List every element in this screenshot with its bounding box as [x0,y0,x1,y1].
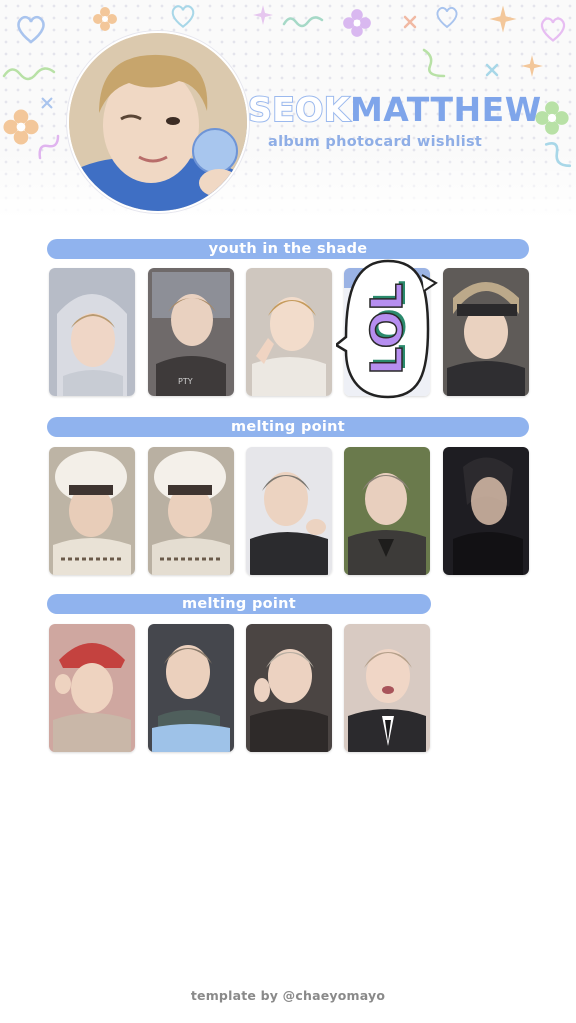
doodle-squiggle-icon [2,67,56,81]
page-title: SEOKMATTHEW [247,90,542,129]
photocard[interactable] [344,447,430,575]
title-first-name: SEOK [247,90,350,129]
doodle-cross-icon [41,97,53,109]
photocard[interactable] [49,447,135,575]
doodle-heart-icon [17,15,45,44]
photocard[interactable] [148,447,234,575]
photocard[interactable] [443,447,529,575]
doodle-squiggle-icon [282,16,324,28]
photocard[interactable] [246,268,332,396]
photocard[interactable] [246,624,332,752]
photocard[interactable] [49,268,135,396]
doodle-heart-icon [171,5,195,29]
section-banner: melting point [47,594,431,614]
section-banner: youth in the shade [47,239,529,259]
doodle-squiggle-icon [38,134,60,160]
doodle-squiggle-icon [422,48,446,78]
doodle-squiggle-icon [544,142,572,168]
doodle-star-icon [489,5,517,33]
doodle-flower-icon [93,7,117,31]
doodle-heart-icon [436,6,458,29]
page-subtitle: album photocard wishlist [268,134,483,150]
doodle-cross-icon [485,63,499,77]
doodle-star-icon [253,5,273,25]
svg-text:PTY: PTY [178,377,193,386]
photocard[interactable]: PTY [148,268,234,396]
photocard[interactable] [246,447,332,575]
profile-photo [67,31,249,213]
doodle-flower-icon [3,109,39,145]
doodle-heart-icon [540,17,566,42]
section-title: melting point [230,419,346,435]
section-banner: melting point [47,417,529,437]
photocard[interactable] [148,624,234,752]
wishlist-page: SEOKMATTHEW album photocard wishlist you… [0,0,576,1023]
lol-speech-bubble-sticker: LOL LOL [336,259,438,399]
title-last-name: MATTHEW [349,90,542,129]
doodle-cross-icon [403,15,417,29]
photocard[interactable] [49,624,135,752]
photocard[interactable] [443,268,529,396]
doodle-flower-icon [343,9,371,37]
photocard[interactable] [344,624,430,752]
sticker-text: LOL [362,283,413,375]
template-credit: template by @chaeyomayo [190,988,386,1003]
doodle-star-icon [521,55,543,77]
section-title: melting point [181,596,297,612]
